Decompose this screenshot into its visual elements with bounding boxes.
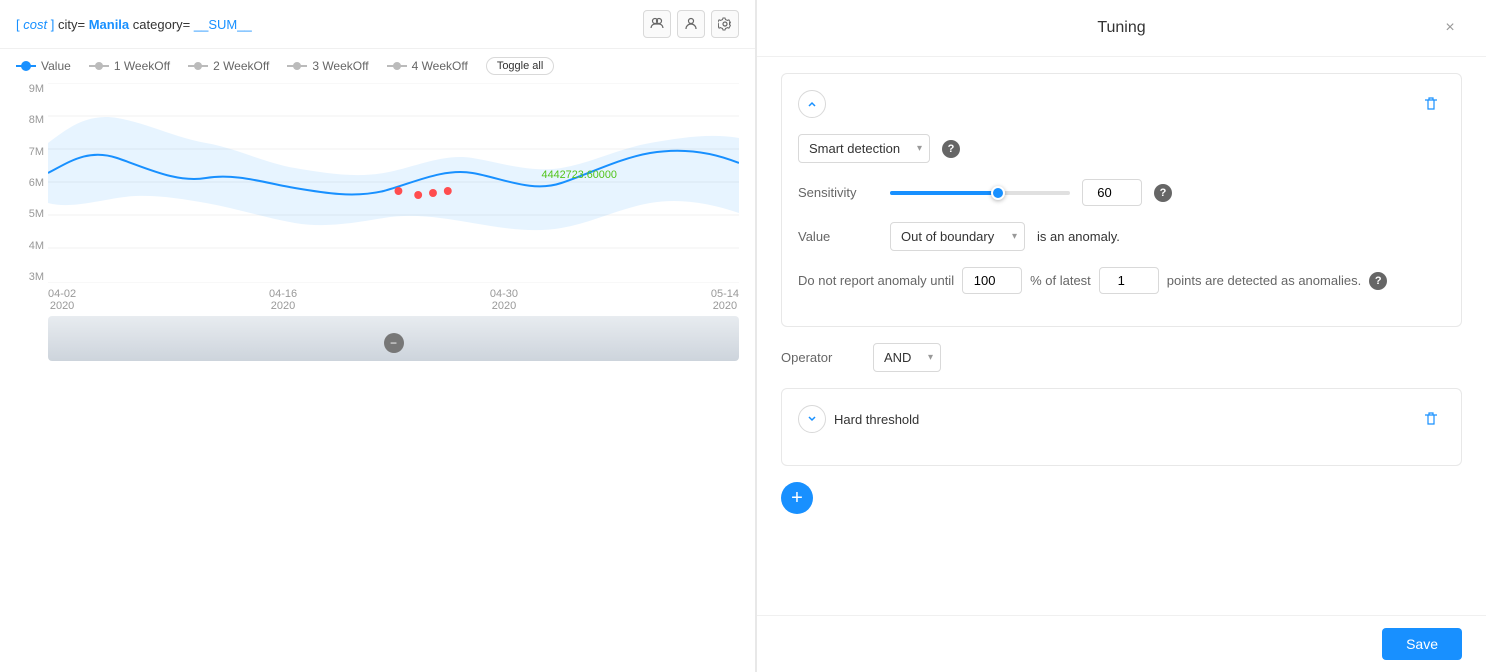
x-04-30: 04-302020 xyxy=(490,288,518,312)
chart-header-icons xyxy=(643,10,739,38)
toggle-all-button[interactable]: Toggle all xyxy=(486,57,554,75)
city-eq: city= xyxy=(58,17,85,32)
tuning-header: Tuning × xyxy=(757,0,1486,57)
group-icon-btn[interactable] xyxy=(643,10,671,38)
report-points-suffix: points are detected as anomalies. xyxy=(1167,273,1361,288)
value-label: Value xyxy=(798,229,878,244)
legend-3weekoff-label: 3 WeekOff xyxy=(312,59,368,73)
slider-track xyxy=(890,191,1070,195)
chart-panel: [ cost ] city= Manila category= __SUM__ xyxy=(0,0,756,672)
report-row: Do not report anomaly until % of latest … xyxy=(798,267,1445,294)
detection-method-row: Smart detection Hard threshold Custom ▾ … xyxy=(798,134,1445,163)
chart-container: 9M 8M 7M 6M 5M 4M 3M xyxy=(0,79,755,361)
hard-threshold-collapse-btn[interactable] xyxy=(798,405,826,433)
x-axis: 04-022020 04-162020 04-302020 05-142020 xyxy=(48,288,739,312)
hard-threshold-section: Hard threshold xyxy=(781,388,1462,466)
slider-fill xyxy=(890,191,998,195)
legend-4weekoff-label: 4 WeekOff xyxy=(412,59,468,73)
anomaly-text: is an anomaly. xyxy=(1037,229,1120,244)
legend-2weekoff-label: 2 WeekOff xyxy=(213,59,269,73)
x-04-16: 04-162020 xyxy=(269,288,297,312)
close-button[interactable]: × xyxy=(1438,16,1462,40)
chart-svg-wrapper: 4442723.60000 04-022020 04-162020 04-302… xyxy=(48,83,739,312)
value-select[interactable]: Out of boundary Above boundary Below bou… xyxy=(890,222,1025,251)
value-row: Value Out of boundary Above boundary Bel… xyxy=(798,222,1445,251)
y-6m: 6M xyxy=(16,177,44,189)
y-3m: 3M xyxy=(16,271,44,283)
smart-detection-delete-btn[interactable] xyxy=(1417,90,1445,118)
operator-select-wrapper: AND OR ▾ xyxy=(873,343,941,372)
category-eq: category= xyxy=(133,17,190,32)
bracket-close: ] xyxy=(51,17,55,32)
settings-icon-btn[interactable] xyxy=(711,10,739,38)
slider-thumb[interactable] xyxy=(991,186,1005,200)
y-5m: 5M xyxy=(16,208,44,220)
detection-method-select-wrapper: Smart detection Hard threshold Custom ▾ xyxy=(798,134,930,163)
y-4m: 4M xyxy=(16,240,44,252)
legend-1weekoff: 1 WeekOff xyxy=(89,59,170,73)
detection-method-help-icon[interactable]: ? xyxy=(942,140,960,158)
chart-title: [ cost ] city= Manila category= __SUM__ xyxy=(16,17,252,32)
value-select-wrapper: Out of boundary Above boundary Below bou… xyxy=(890,222,1025,251)
section-top-bar xyxy=(798,90,1445,118)
hard-threshold-top-bar: Hard threshold xyxy=(798,405,1445,433)
city-value: Manila xyxy=(89,17,129,32)
operator-select[interactable]: AND OR xyxy=(873,343,941,372)
tuning-title: Tuning xyxy=(805,19,1438,37)
sensitivity-input[interactable]: 60 xyxy=(1082,179,1142,206)
sensitivity-help-icon[interactable]: ? xyxy=(1154,184,1172,202)
chart-legend: Value 1 WeekOff 2 WeekOff 3 WeekOff 4 We… xyxy=(0,49,755,79)
legend-2weekoff: 2 WeekOff xyxy=(188,59,269,73)
chart-key: cost xyxy=(23,17,47,32)
save-button[interactable]: Save xyxy=(1382,628,1462,660)
operator-row: Operator AND OR ▾ xyxy=(781,343,1462,372)
sensitivity-label: Sensitivity xyxy=(798,185,878,200)
legend-1weekoff-label: 1 WeekOff xyxy=(114,59,170,73)
smart-detection-collapse-btn[interactable] xyxy=(798,90,826,118)
tuning-body: Smart detection Hard threshold Custom ▾ … xyxy=(757,57,1486,615)
add-condition-button[interactable]: + xyxy=(781,482,813,514)
legend-3weekoff: 3 WeekOff xyxy=(287,59,368,73)
y-8m: 8M xyxy=(16,114,44,126)
report-percent-input[interactable] xyxy=(962,267,1022,294)
report-help-icon[interactable]: ? xyxy=(1369,272,1387,290)
legend-value: Value xyxy=(16,59,71,73)
mini-scroll-area[interactable]: − xyxy=(48,316,739,361)
report-label: Do not report anomaly until xyxy=(798,273,954,288)
smart-detection-section: Smart detection Hard threshold Custom ▾ … xyxy=(781,73,1462,327)
x-04-02: 04-022020 xyxy=(48,288,76,312)
tuning-panel: Tuning × Sm xyxy=(756,0,1486,672)
hard-threshold-label: Hard threshold xyxy=(834,412,919,427)
y-axis: 9M 8M 7M 6M 5M 4M 3M xyxy=(16,83,48,283)
sensitivity-slider[interactable] xyxy=(890,191,1070,195)
hard-threshold-delete-btn[interactable] xyxy=(1417,405,1445,433)
detection-method-select[interactable]: Smart detection Hard threshold Custom xyxy=(798,134,930,163)
x-05-14: 05-142020 xyxy=(711,288,739,312)
report-percent-suffix: % of latest xyxy=(1030,273,1091,288)
collapse-chart-btn[interactable]: − xyxy=(384,333,404,353)
y-7m: 7M xyxy=(16,146,44,158)
legend-4weekoff: 4 WeekOff xyxy=(387,59,468,73)
legend-value-label: Value xyxy=(41,59,71,73)
chart-header: [ cost ] city= Manila category= __SUM__ xyxy=(0,0,755,49)
bracket-open: [ xyxy=(16,17,20,32)
svg-text:4442723.60000: 4442723.60000 xyxy=(542,169,617,181)
tuning-footer: Save xyxy=(757,615,1486,672)
y-9m: 9M xyxy=(16,83,44,95)
report-points-input[interactable] xyxy=(1099,267,1159,294)
operator-label: Operator xyxy=(781,350,861,365)
person-icon-btn[interactable] xyxy=(677,10,705,38)
sensitivity-row: Sensitivity 60 ? xyxy=(798,179,1445,206)
category-value: __SUM__ xyxy=(194,17,252,32)
